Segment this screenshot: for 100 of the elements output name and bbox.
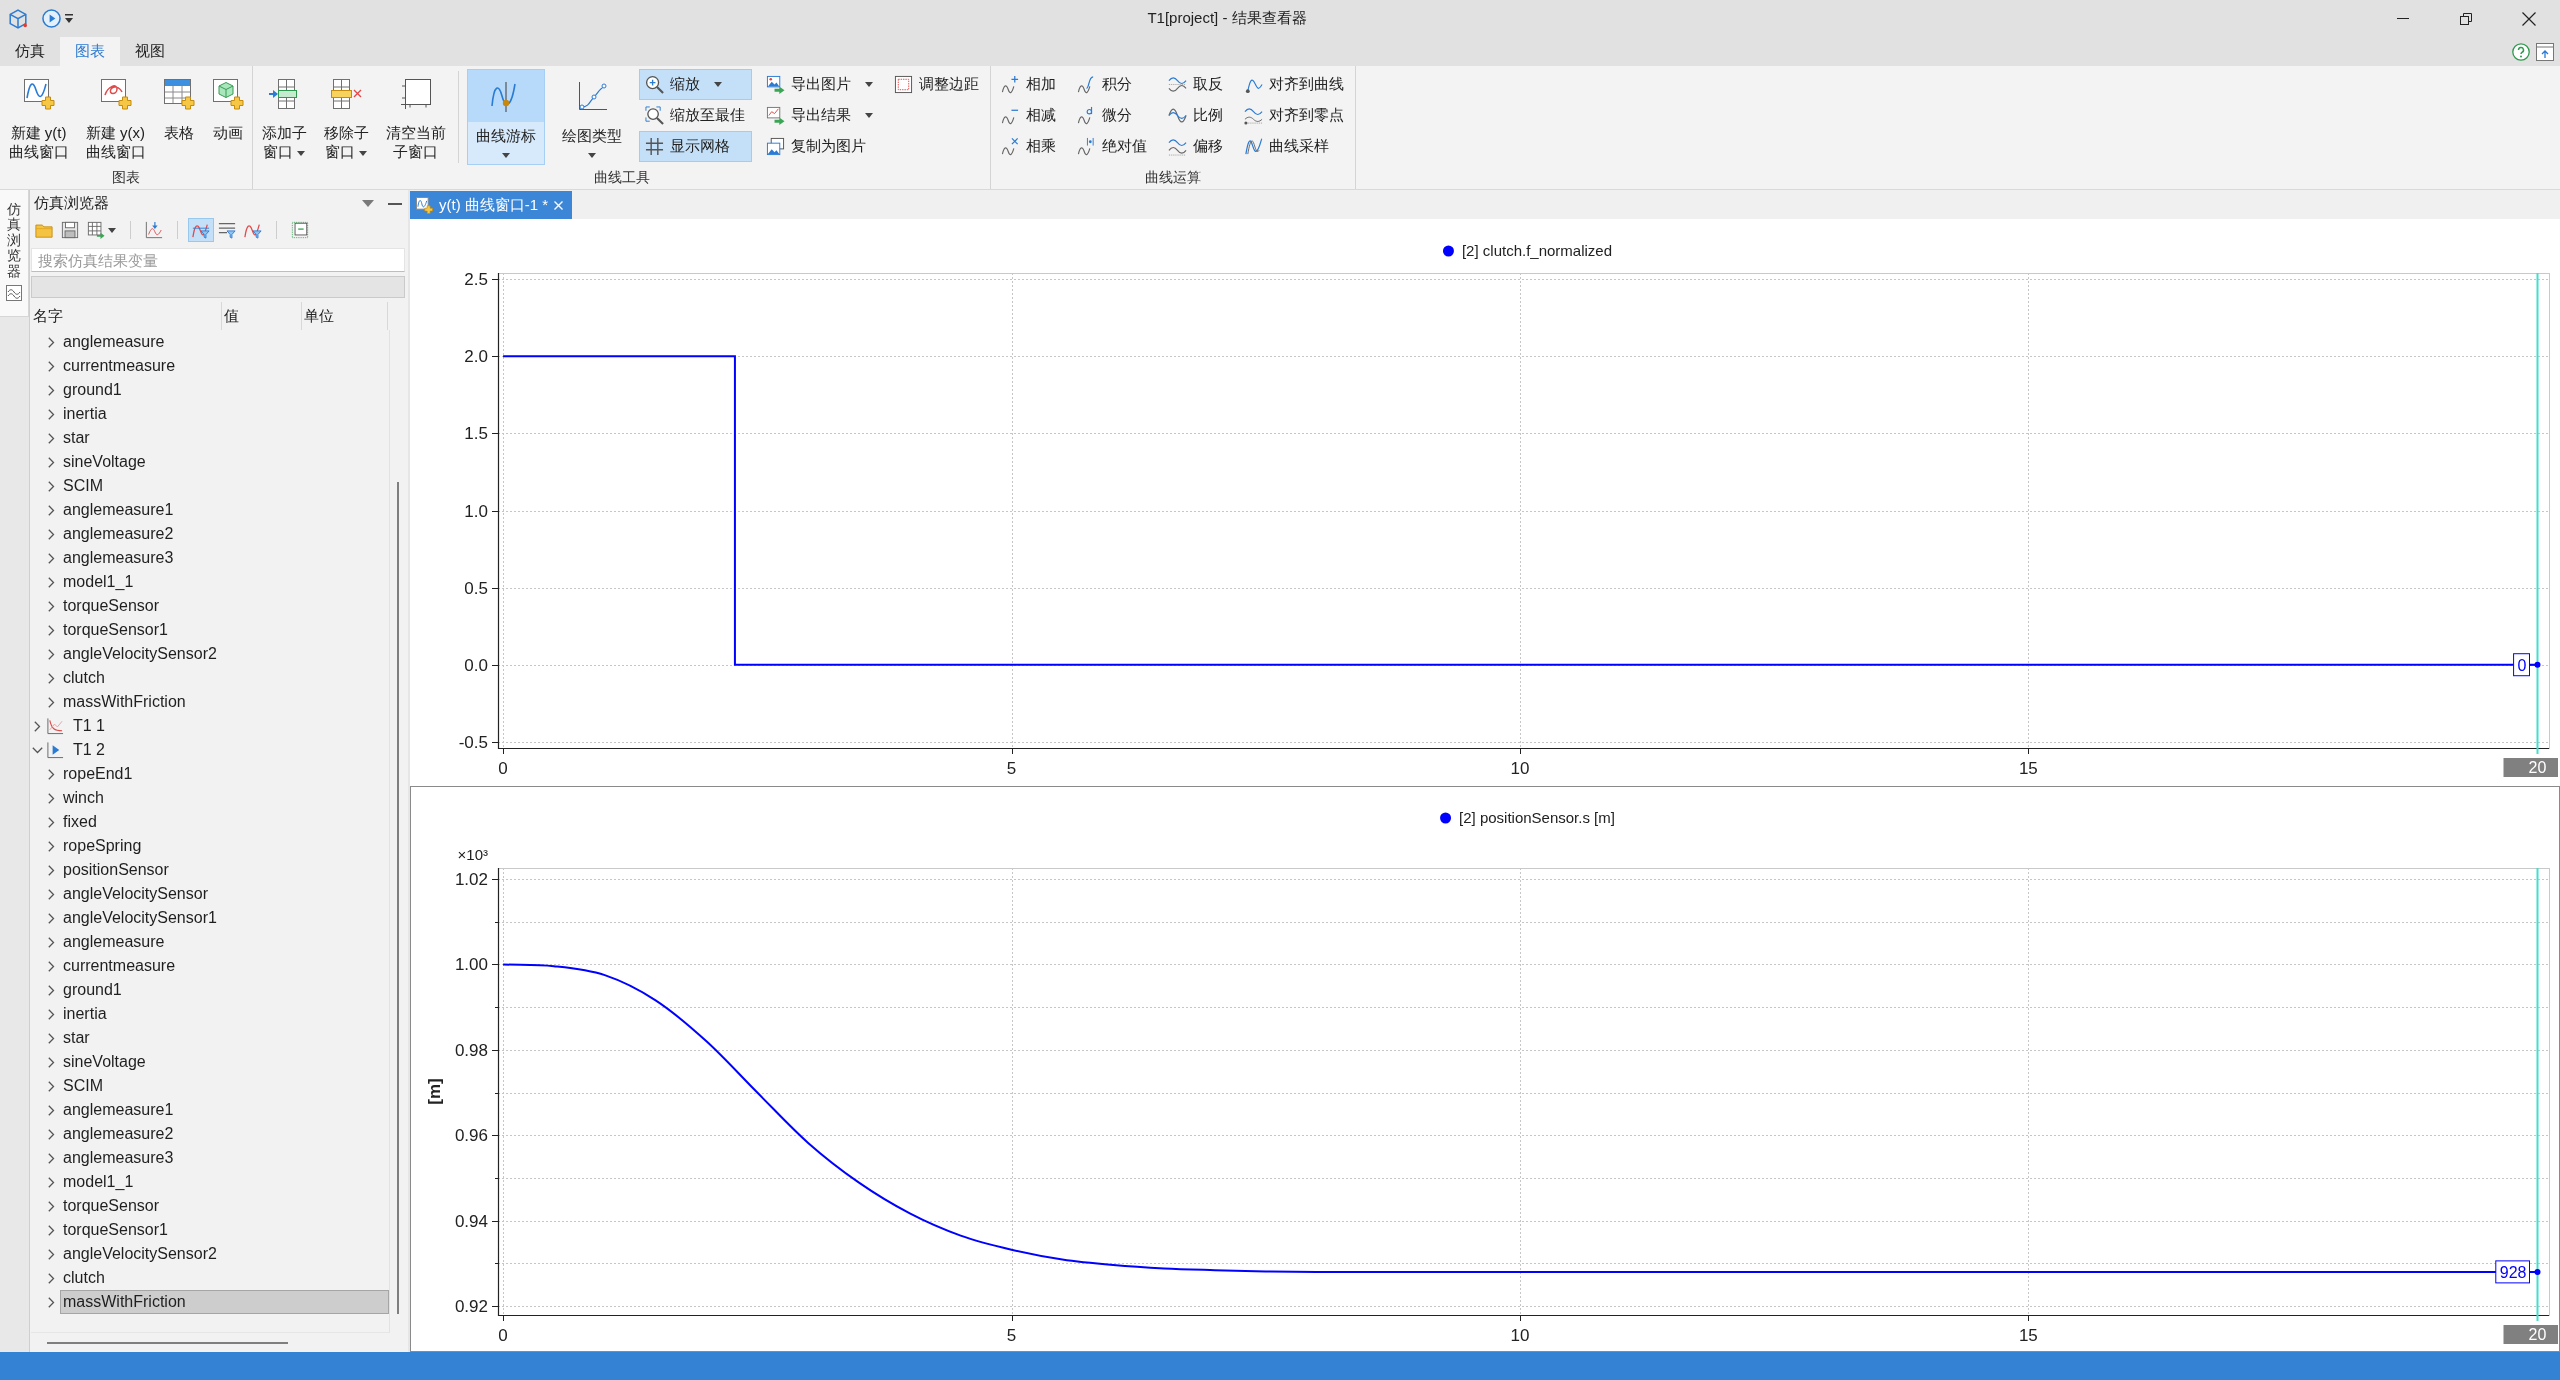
ribbon-button[interactable]: 曲线采样 <box>1238 131 1351 162</box>
search-field[interactable]: 搜索仿真结果变量 <box>31 248 405 272</box>
ribbon-button[interactable]: 新建 y(x) 曲线窗口 <box>81 69 150 165</box>
ribbon-button[interactable]: 添加子窗口 <box>257 69 311 165</box>
tree-item[interactable]: anglemeasure <box>60 330 389 354</box>
chevron-icon[interactable] <box>48 768 55 780</box>
tree-item[interactable]: SCIM <box>60 1074 389 1098</box>
chevron-icon[interactable] <box>48 408 55 420</box>
chevron-icon[interactable] <box>48 912 55 924</box>
tree-item[interactable]: anglemeasure2 <box>60 522 389 546</box>
chevron-icon[interactable] <box>48 816 55 828</box>
tree-item[interactable]: sineVoltage <box>60 450 389 474</box>
tree-item[interactable]: angleVelocitySensor1 <box>60 906 389 930</box>
tree-item[interactable]: anglemeasure1 <box>60 498 389 522</box>
chevron-icon[interactable] <box>48 528 55 540</box>
tree-item[interactable]: positionSensor <box>60 858 389 882</box>
chevron-icon[interactable] <box>48 480 55 492</box>
chevron-icon[interactable] <box>48 792 55 804</box>
tree-item[interactable]: ground1 <box>60 378 389 402</box>
ribbon-button[interactable]: 导出图片 <box>760 69 880 100</box>
menu-tab[interactable]: 仿真 <box>0 37 60 66</box>
chevron-icon[interactable] <box>48 864 55 876</box>
cube-icon[interactable] <box>8 8 28 29</box>
tree-item[interactable]: fixed <box>60 810 389 834</box>
tree-item[interactable]: anglemeasure2 <box>60 1122 389 1146</box>
chevron-icon[interactable] <box>48 624 55 636</box>
tree-item[interactable]: model1_1 <box>60 1170 389 1194</box>
ribbon-button[interactable]: 复制为图片 <box>760 131 880 162</box>
help-icon[interactable] <box>2512 42 2530 61</box>
ribbon-button[interactable]: 移除子窗口 <box>319 69 373 165</box>
ribbon-button[interactable]: 对齐到曲线 <box>1238 69 1351 100</box>
column-header[interactable]: 单位 <box>302 302 388 330</box>
chevron-icon[interactable] <box>48 384 55 396</box>
tree-item[interactable]: angleVelocitySensor <box>60 882 389 906</box>
chevron-icon[interactable] <box>48 336 55 348</box>
toolbar-button[interactable] <box>188 218 214 242</box>
chevron-icon[interactable] <box>48 960 55 972</box>
chevron-icon[interactable] <box>48 600 55 612</box>
menu-tab[interactable]: 视图 <box>120 37 180 66</box>
tree-item[interactable]: currentmeasure <box>60 954 389 978</box>
tree-item[interactable]: T1 1 <box>70 714 389 738</box>
tree-item[interactable]: model1_1 <box>60 570 389 594</box>
chevron-icon[interactable] <box>48 1032 55 1044</box>
ribbon-button[interactable]: 取反 <box>1162 69 1230 100</box>
ribbon-button[interactable]: 微分 <box>1071 100 1154 131</box>
chevron-icon[interactable] <box>34 720 41 732</box>
ribbon-button[interactable]: 动画 <box>207 69 248 146</box>
tree-item[interactable]: anglemeasure3 <box>60 546 389 570</box>
caret-icon[interactable] <box>65 14 73 23</box>
chevron-icon[interactable] <box>48 696 55 708</box>
tree-item[interactable]: sineVoltage <box>60 1050 389 1074</box>
plot-panel[interactable]: 0.92 0.94 0.96 0.98 1.00 1.02 0 5 10 15 ×10³ [m] [2] positionSensor.s [m] 928 20 <box>410 785 2560 1352</box>
tree-item[interactable]: SCIM <box>60 474 389 498</box>
chevron-icon[interactable] <box>48 840 55 852</box>
play-icon[interactable] <box>42 9 61 28</box>
ribbon-button[interactable]: 清空当前子窗口 <box>381 69 450 165</box>
ribbon-button[interactable]: 曲线游标 <box>467 69 545 165</box>
chevron-icon[interactable] <box>48 648 55 660</box>
ribbon-button[interactable]: 绘图类型 <box>553 69 631 165</box>
tree-item[interactable]: T1 2 <box>70 738 389 762</box>
ribbon-button[interactable]: 相乘 <box>995 131 1063 162</box>
scrollbar-thumb[interactable] <box>397 482 399 1314</box>
chevron-icon[interactable] <box>48 1176 55 1188</box>
tree-item[interactable]: anglemeasure1 <box>60 1098 389 1122</box>
chevron-icon[interactable] <box>48 1128 55 1140</box>
tree-item[interactable]: anglemeasure <box>60 930 389 954</box>
document-tab[interactable]: y(t) 曲线窗口-1 * <box>410 191 573 219</box>
chevron-icon[interactable] <box>48 360 55 372</box>
minimize-icon[interactable] <box>388 202 402 205</box>
chevron-icon[interactable] <box>48 1200 55 1212</box>
tree-item[interactable]: torqueSensor1 <box>60 618 389 642</box>
scrollbar-thumb[interactable] <box>47 1342 288 1344</box>
tree-item[interactable]: star <box>60 426 389 450</box>
tree-item[interactable]: ropeSpring <box>60 834 389 858</box>
tree-item[interactable]: inertia <box>60 402 389 426</box>
chevron-icon[interactable] <box>48 432 55 444</box>
chevron-icon[interactable] <box>48 1152 55 1164</box>
up-arrow-box-icon[interactable] <box>2536 42 2554 61</box>
tree-item[interactable]: torqueSensor <box>60 1194 389 1218</box>
tree-item[interactable]: angleVelocitySensor2 <box>60 1242 389 1266</box>
chevron-icon[interactable] <box>48 1104 55 1116</box>
tree-item[interactable]: winch <box>60 786 389 810</box>
tree-item[interactable]: ropeEnd1 <box>60 762 389 786</box>
tree-item[interactable]: angleVelocitySensor2 <box>60 642 389 666</box>
chevron-icon[interactable] <box>48 1008 55 1020</box>
chevron-icon[interactable] <box>48 1224 55 1236</box>
ribbon-button[interactable]: 相加 <box>995 69 1063 100</box>
ribbon-button[interactable]: 表格 <box>158 69 199 146</box>
chevron-icon[interactable] <box>48 1248 55 1260</box>
chevron-icon[interactable] <box>48 552 55 564</box>
side-tab[interactable]: 仿真浏览器 <box>0 190 29 317</box>
chevron-icon[interactable] <box>48 456 55 468</box>
ribbon-button[interactable]: 绝对值 <box>1071 131 1154 162</box>
chevron-icon[interactable] <box>32 746 43 754</box>
ribbon-button[interactable]: 导出结果 <box>760 100 880 131</box>
chevron-icon[interactable] <box>48 888 55 900</box>
tree-item[interactable]: torqueSensor1 <box>60 1218 389 1242</box>
tree-item[interactable]: clutch <box>60 1266 389 1290</box>
chevron-icon[interactable] <box>48 504 55 516</box>
ribbon-button[interactable]: 偏移 <box>1162 131 1230 162</box>
